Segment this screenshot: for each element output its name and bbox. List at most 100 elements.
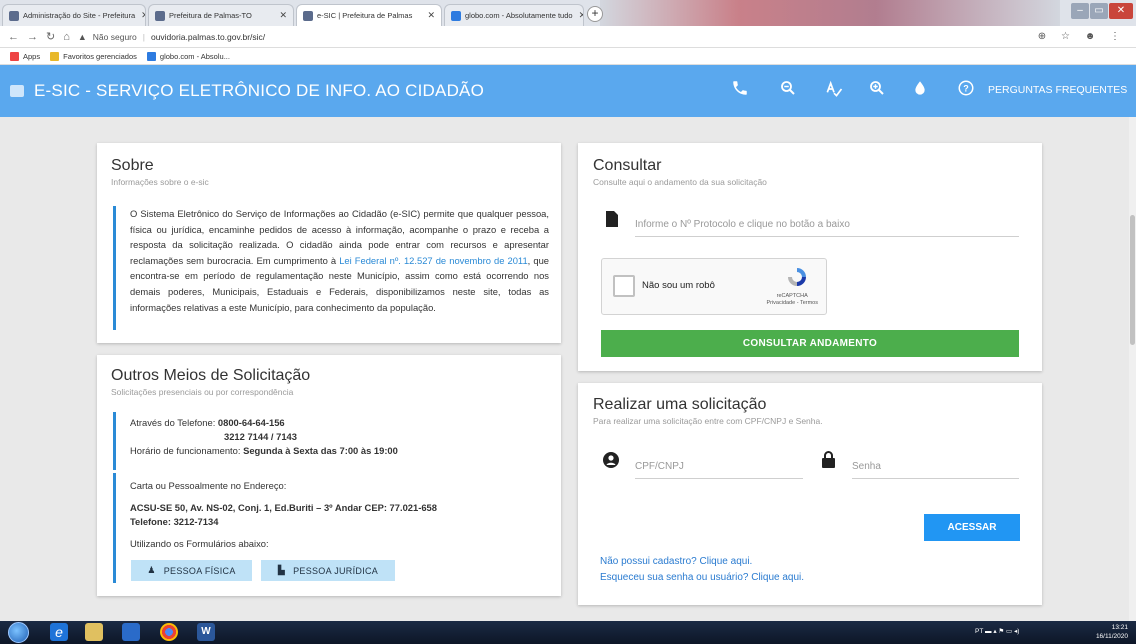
bookmark-globo[interactable]: globo.com - Absolu... [146, 51, 230, 61]
tab-close-icon[interactable]: ✕ [421, 10, 435, 21]
address-intro: Carta ou Pessoalmente no Endereço: [130, 480, 287, 491]
user-circle-icon [603, 452, 619, 473]
system-tray[interactable]: PT ▬ ▴ ⚑ ▭ ◂) [975, 627, 1019, 635]
file-explorer-icon[interactable] [85, 623, 103, 641]
tab-label: Prefeitura de Palmas-TO [169, 11, 252, 20]
page-scrollbar[interactable] [1129, 117, 1136, 621]
tabbar-background-decoration [600, 0, 1060, 26]
forward-icon[interactable]: → [27, 31, 38, 43]
spellcheck-icon[interactable] [824, 79, 844, 103]
security-label[interactable]: Não seguro [93, 32, 137, 42]
start-button-icon[interactable] [8, 622, 29, 643]
zoom-in-icon[interactable] [867, 79, 887, 103]
browser-tab-1[interactable]: Administração do Site - Prefeitura ✕ [2, 4, 146, 26]
clock[interactable]: 13:21 16/11/2020 [1096, 623, 1128, 641]
tab-close-icon[interactable]: ✕ [135, 10, 145, 21]
bookmark-managed-favorites[interactable]: Favoritos gerenciados [50, 51, 137, 61]
consult-title: Consultar [593, 157, 662, 174]
tab-close-icon[interactable]: ✕ [573, 10, 583, 21]
address-phone: Telefone: 3212-7134 [130, 516, 219, 527]
bookmark-apps[interactable]: Apps [10, 51, 41, 61]
contrast-icon[interactable] [910, 79, 930, 103]
faq-link[interactable]: PERGUNTAS FREQUENTES [988, 84, 1127, 96]
person-icon: ♟ [147, 565, 156, 575]
protocol-input[interactable]: Informe o Nº Protocolo e clique no botão… [635, 219, 1019, 237]
folder-icon [50, 51, 60, 61]
recaptcha-brand: reCAPTCHA Privacidade - Termos [766, 293, 818, 307]
individual-form-button[interactable]: ♟ PESSOA FÍSICA [131, 560, 252, 581]
bookmark-label: globo.com - Absolu... [159, 51, 230, 61]
building-icon: ▙ [277, 565, 286, 575]
bookmark-label: Favoritos gerenciados [63, 51, 137, 61]
new-tab-button[interactable]: + [587, 6, 603, 22]
phone-prefix: Através do Telefone: [130, 417, 218, 428]
close-window-icon[interactable]: ✕ [1109, 3, 1133, 19]
site-title: E-SIC - SERVIÇO ELETRÔNICO DE INFO. AO C… [34, 81, 485, 100]
about-title: Sobre [111, 157, 154, 174]
password-input[interactable]: Senha [852, 461, 1019, 479]
word-icon[interactable]: W [197, 623, 215, 641]
register-link[interactable]: Não possui cadastro? Clique aqui. [600, 556, 752, 567]
warning-icon[interactable]: ▲ [78, 32, 87, 42]
recaptcha-widget: Não sou um robô reCAPTCHA Privacidade - … [601, 258, 827, 315]
tab-favicon-icon [451, 10, 461, 21]
document-icon [606, 211, 618, 232]
bookmarks-bar: Apps Favoritos gerenciados globo.com - A… [0, 48, 1136, 65]
cpf-cnpj-input[interactable]: CPF/CNPJ [635, 461, 803, 479]
tab-label: e-SIC | Prefeitura de Palmas [317, 11, 413, 20]
language-indicator[interactable]: PT [975, 628, 983, 635]
about-card: Sobre Informações sobre o e-sic O Sistem… [97, 143, 561, 343]
company-form-button[interactable]: ▙ PESSOA JURÍDICA [261, 560, 395, 581]
back-icon[interactable]: ← [8, 31, 19, 43]
url-separator: | [142, 31, 145, 42]
recaptcha-links[interactable]: Privacidade - Termos [766, 300, 818, 307]
recaptcha-brand-label: reCAPTCHA [776, 293, 808, 299]
chrome-icon[interactable] [160, 623, 178, 641]
address-bar: ← → ↻ ⌂ ▲ Não seguro | ouvidoria.palmas.… [0, 26, 1136, 48]
tab-label: Administração do Site - Prefeitura [23, 11, 136, 20]
site-logo-icon [10, 85, 24, 97]
browser-toolbar-icons[interactable]: ⊕ ☆ ☻ ⋮ [1038, 31, 1126, 42]
minimize-icon[interactable]: – [1071, 3, 1089, 19]
recaptcha-checkbox[interactable] [613, 275, 635, 297]
browser-tab-3[interactable]: e-SIC | Prefeitura de Palmas ✕ [296, 4, 442, 26]
other-means-title: Outros Meios de Solicitação [111, 367, 311, 384]
internet-explorer-icon[interactable]: e [50, 623, 68, 641]
windows-taskbar: e W PT ▬ ▴ ⚑ ▭ ◂) 13:21 16/11/2020 [0, 621, 1136, 644]
phone-section: Através do Telefone: 0800-64-64-156 3212… [113, 412, 549, 470]
phone-icon[interactable] [730, 79, 750, 103]
url-field[interactable]: ouvidoria.palmas.to.gov.br/sic/ [151, 32, 265, 42]
login-button[interactable]: ACESSAR [924, 514, 1020, 541]
tab-favicon-icon [9, 10, 19, 21]
request-subtitle: Para realizar uma solicitação entre com … [593, 416, 823, 426]
forms-intro: Utilizando os Formulários abaixo: [130, 538, 269, 549]
zoom-out-icon[interactable] [778, 79, 798, 103]
tab-favicon-icon [303, 10, 313, 21]
browser-tab-4[interactable]: globo.com - Absolutamente tudo ✕ [444, 4, 584, 26]
federal-law-link[interactable]: Lei Federal nº. 12.527 de novembro de 20… [339, 255, 527, 266]
tab-label: globo.com - Absolutamente tudo [465, 11, 573, 20]
recaptcha-label: Não sou um robô [642, 280, 715, 291]
tab-close-icon[interactable]: ✕ [273, 10, 287, 21]
about-subtitle: Informações sobre o e-sic [111, 177, 209, 187]
bookmark-label: Apps [23, 51, 41, 61]
consult-status-button[interactable]: CONSULTAR ANDAMENTO [601, 330, 1019, 357]
request-title: Realizar uma solicitação [593, 396, 767, 413]
svg-text:?: ? [963, 83, 969, 93]
help-icon[interactable]: ? [956, 79, 976, 103]
about-text: O Sistema Eletrônico do Serviço de Infor… [130, 206, 549, 315]
browser-tab-2[interactable]: Prefeitura de Palmas-TO ✕ [148, 4, 294, 26]
reload-icon[interactable]: ↻ [46, 30, 55, 43]
other-means-card: Outros Meios de Solicitação Solicitações… [97, 355, 561, 596]
tab-favicon-icon [155, 10, 165, 21]
clock-time: 13:21 [1111, 624, 1128, 631]
about-body: O Sistema Eletrônico do Serviço de Infor… [113, 206, 549, 330]
clock-date: 16/11/2020 [1095, 633, 1128, 640]
home-icon[interactable]: ⌂ [63, 31, 70, 43]
recaptcha-logo-icon [785, 265, 809, 294]
maximize-icon[interactable]: ▭ [1090, 3, 1108, 19]
media-player-icon[interactable] [122, 623, 140, 641]
phone-number-1: 0800-64-64-156 [217, 417, 285, 428]
forgot-password-link[interactable]: Esqueceu sua senha ou usuário? Clique aq… [600, 572, 804, 583]
scrollbar-thumb[interactable] [1130, 215, 1135, 345]
